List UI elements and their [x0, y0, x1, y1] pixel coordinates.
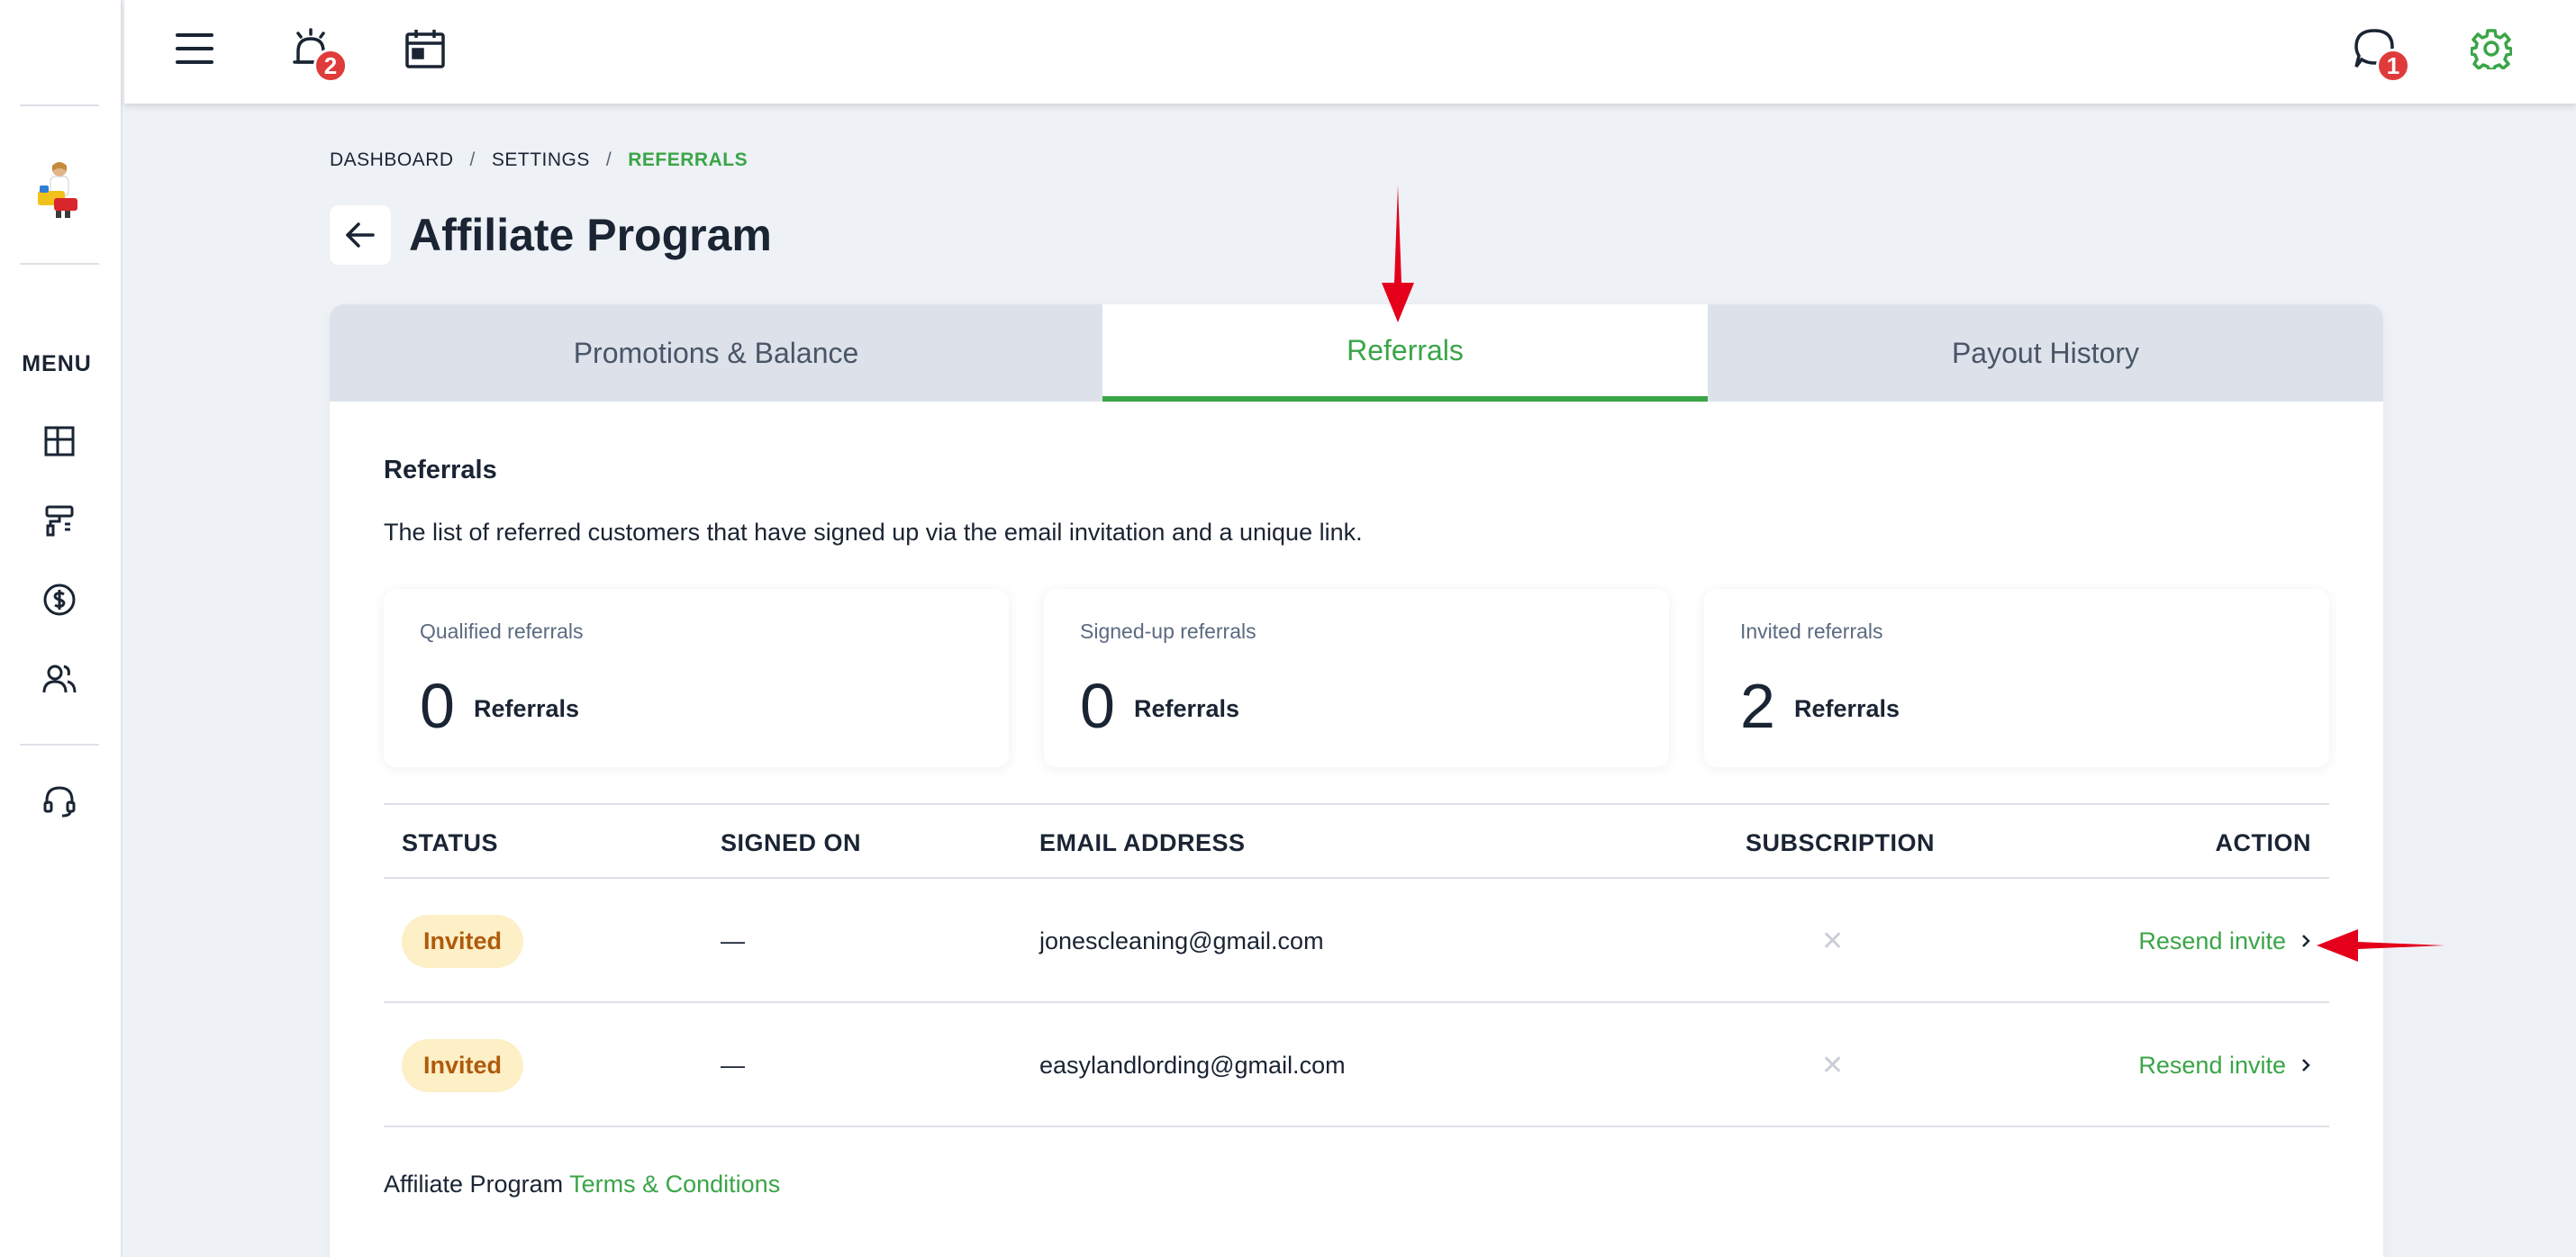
chevron-right-icon	[2302, 935, 2310, 947]
section-description: The list of referred customers that have…	[384, 519, 1363, 546]
sidebar-divider	[20, 263, 99, 265]
breadcrumb: DASHBOARD / SETTINGS / REFERRALS	[330, 149, 748, 171]
dollar-icon[interactable]	[40, 580, 79, 619]
affiliate-card: Promotions & Balance Referrals Payout Hi…	[330, 304, 2383, 1257]
status-cell: Invited	[402, 879, 524, 1003]
stat-label: Signed-up referrals	[1080, 619, 1256, 643]
back-button[interactable]	[330, 205, 391, 265]
sidebar-divider	[20, 744, 99, 746]
stat-unit: Referrals	[474, 695, 580, 722]
email-cell: easylandlording@gmail.com	[1039, 1051, 1346, 1079]
alarm-badge: 2	[313, 49, 348, 83]
users-icon[interactable]	[40, 659, 79, 699]
annotation-arrow-down-icon	[1382, 185, 1414, 322]
stat-unit: Referrals	[1794, 695, 1900, 722]
stat-unit: Referrals	[1134, 695, 1240, 722]
subscription-x-icon: ✕	[1821, 926, 1845, 956]
dashboard-icon[interactable]	[40, 421, 79, 461]
tab-bar: Promotions & Balance Referrals Payout Hi…	[330, 304, 2383, 402]
avatar[interactable]	[32, 158, 85, 220]
tab-promotions-balance[interactable]: Promotions & Balance	[330, 304, 1102, 402]
resend-invite-button[interactable]: Resend invite	[2138, 927, 2311, 955]
tab-payout-history[interactable]: Payout History	[1708, 304, 2383, 402]
sidebar: MENU	[0, 0, 122, 1257]
terms-conditions-link[interactable]: Terms & Conditions	[569, 1171, 780, 1198]
stat-card-qualified: Qualified referrals 0 Referrals	[384, 589, 1009, 767]
section-title: Referrals	[384, 456, 497, 484]
signed-on-cell: —	[721, 927, 745, 954]
avatar-image	[38, 162, 77, 218]
menu-label: MENU	[22, 351, 92, 376]
stat-value: 0	[1080, 671, 1115, 741]
header-subscription: SUBSCRIPTION	[1746, 828, 1936, 856]
breadcrumb-separator: /	[605, 149, 612, 170]
page-title: Affiliate Program	[409, 210, 772, 260]
footer-label: Affiliate Program	[384, 1171, 564, 1198]
header-action: ACTION	[2215, 828, 2311, 856]
signed-on-cell: —	[721, 1051, 745, 1079]
stat-label: Invited referrals	[1740, 619, 1883, 643]
chat-icon[interactable]: 1	[2349, 23, 2410, 83]
status-badge: Invited	[402, 914, 524, 968]
stat-label: Qualified referrals	[420, 619, 584, 643]
breadcrumb-dashboard[interactable]: DASHBOARD	[330, 149, 454, 171]
paint-roller-icon[interactable]	[40, 501, 79, 540]
header-email: EMAIL ADDRESS	[1039, 828, 1246, 856]
breadcrumb-settings[interactable]: SETTINGS	[492, 149, 590, 171]
referrals-table: STATUS SIGNED ON EMAIL ADDRESS SUBSCRIPT…	[384, 803, 2329, 1127]
action-cell: Resend invite	[2138, 1003, 2311, 1127]
arrow-left-icon	[346, 222, 375, 248]
stat-value: 2	[1740, 671, 1775, 741]
footer-terms: Affiliate Program Terms & Conditions	[384, 1171, 780, 1198]
stat-card-signed-up: Signed-up referrals 0 Referrals	[1044, 589, 1669, 767]
chat-badge: 1	[2376, 49, 2410, 83]
subscription-x-icon: ✕	[1821, 1050, 1845, 1081]
action-cell: Resend invite	[2138, 879, 2311, 1003]
calendar-icon[interactable]	[400, 23, 450, 74]
status-badge: Invited	[402, 1038, 524, 1092]
table-header: STATUS SIGNED ON EMAIL ADDRESS SUBSCRIPT…	[384, 803, 2329, 879]
header-signed-on: SIGNED ON	[721, 828, 862, 856]
hamburger-menu-icon[interactable]	[169, 23, 220, 74]
resend-invite-label: Resend invite	[2138, 1051, 2286, 1079]
chevron-right-icon	[2302, 1059, 2310, 1072]
tab-referrals[interactable]: Referrals	[1102, 304, 1708, 402]
resend-invite-label: Resend invite	[2138, 927, 2286, 954]
headset-icon[interactable]	[40, 782, 79, 821]
breadcrumb-referrals: REFERRALS	[628, 149, 748, 170]
alarm-icon[interactable]: 2	[286, 23, 348, 83]
resend-invite-button[interactable]: Resend invite	[2138, 1052, 2311, 1080]
table-row: Invited — jonescleaning@gmail.com ✕ Rese…	[384, 879, 2329, 1003]
status-cell: Invited	[402, 1003, 524, 1127]
header-status: STATUS	[402, 828, 498, 856]
table-row: Invited — easylandlording@gmail.com ✕ Re…	[384, 1003, 2329, 1127]
stat-card-invited: Invited referrals 2 Referrals	[1704, 589, 2329, 767]
sidebar-divider	[20, 104, 99, 106]
settings-gear-icon[interactable]	[2466, 23, 2517, 74]
stat-value: 0	[420, 671, 455, 741]
top-bar: 2 1	[124, 0, 2576, 104]
email-cell: jonescleaning@gmail.com	[1039, 927, 1324, 954]
breadcrumb-separator: /	[469, 149, 476, 170]
